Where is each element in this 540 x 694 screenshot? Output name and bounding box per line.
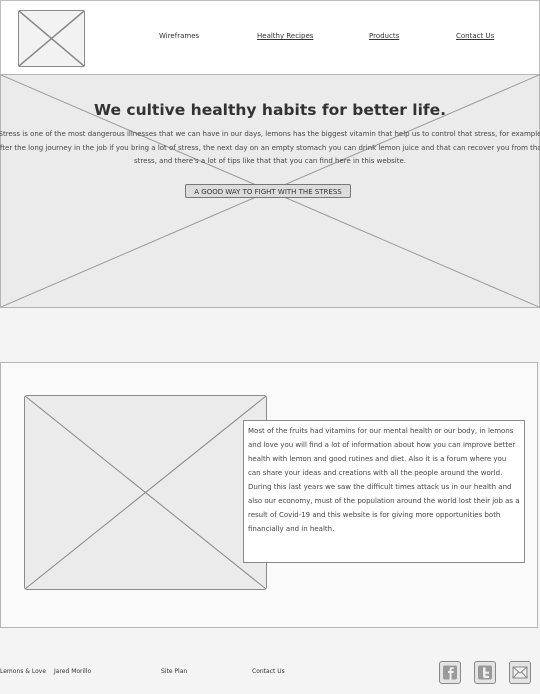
nav-link-healthy-recipes[interactable]: Healthy Recipes — [257, 32, 313, 40]
twitter-icon[interactable] — [474, 661, 496, 684]
nav-link-products[interactable]: Products — [369, 32, 399, 40]
hero-text: Stress is one of the most dangerous illn… — [0, 130, 540, 165]
logo-placeholder[interactable] — [18, 10, 85, 67]
site-header: Wireframes Healthy Recipes Products Cont… — [0, 0, 540, 75]
image-placeholder-icon — [25, 396, 266, 589]
hero-title: We cultive healthy habits for better lif… — [93, 101, 447, 119]
nav-link-contact-us[interactable]: Contact Us — [456, 32, 494, 40]
footer-author: Jared Morillo — [54, 668, 92, 675]
email-icon[interactable] — [509, 661, 531, 684]
about-section: Most of the fruits had vitamins for our … — [0, 362, 538, 628]
hero-banner: We cultive healthy habits for better lif… — [0, 74, 540, 308]
nav-link-wireframes[interactable]: Wireframes — [159, 32, 199, 40]
footer-site-plan-link[interactable]: Site Plan — [161, 668, 187, 675]
facebook-icon[interactable] — [439, 661, 461, 684]
image-placeholder-icon — [19, 11, 84, 66]
about-text: Most of the fruits had vitamins for our … — [243, 420, 525, 563]
footer-brand: Lemons & Love — [0, 668, 47, 675]
stress-tips-button[interactable]: A GOOD WAY TO FIGHT WITH THE STRESS — [185, 184, 351, 198]
footer-contact-link[interactable]: Contact Us — [252, 668, 285, 675]
about-image-placeholder — [24, 395, 267, 590]
